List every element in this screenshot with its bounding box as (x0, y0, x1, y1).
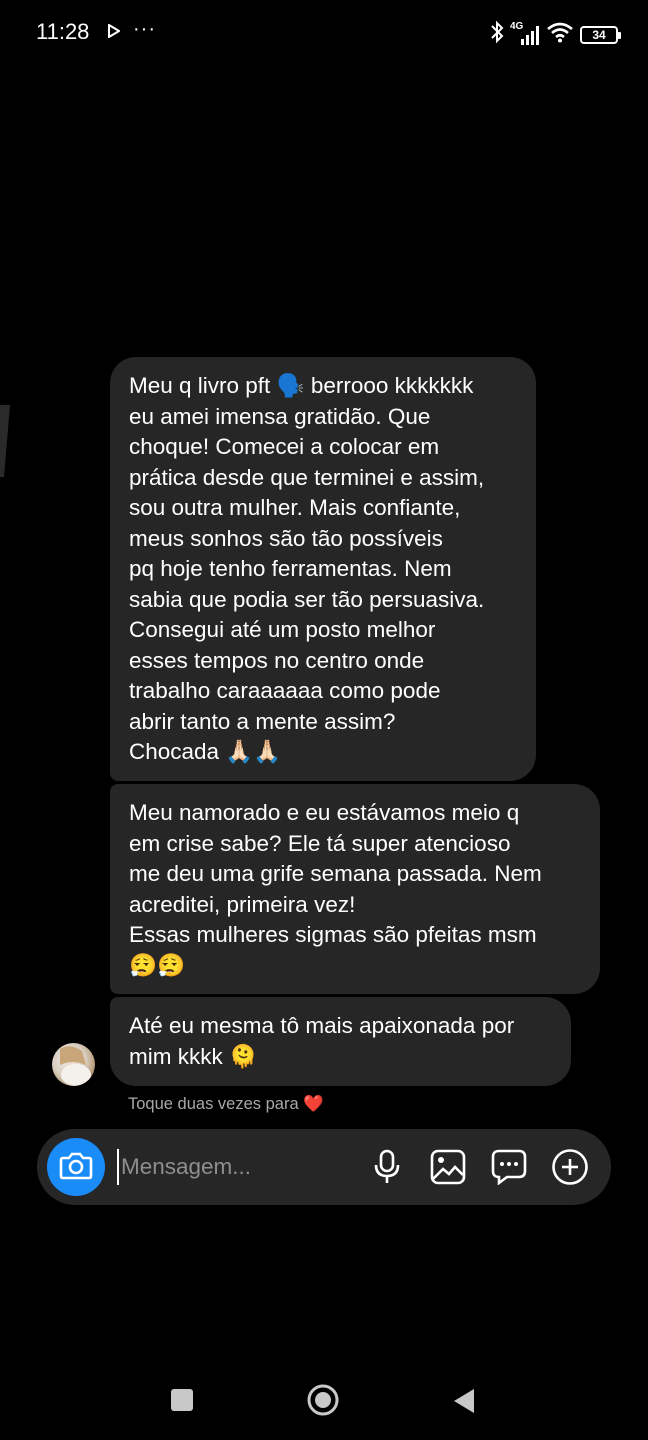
message-bubble[interactable]: Meu q livro pft 🗣️ berrooo kkkkkkk eu am… (110, 357, 536, 781)
system-nav-bar (0, 1360, 648, 1440)
battery-icon: 34 (580, 25, 621, 44)
status-more: ··· (133, 18, 156, 40)
message-bubble[interactable]: Até eu mesma tô mais apaixonada por mim … (110, 997, 571, 1086)
sticker-icon[interactable] (490, 1148, 528, 1186)
nav-home-icon[interactable] (307, 1384, 339, 1416)
nav-recents-icon[interactable] (171, 1389, 193, 1411)
message-composer (37, 1129, 611, 1205)
sender-avatar[interactable] (52, 1043, 95, 1086)
microphone-icon[interactable] (368, 1148, 406, 1186)
status-time: 11:28 (36, 19, 90, 44)
nav-back-icon[interactable] (452, 1387, 476, 1415)
gallery-icon[interactable] (429, 1148, 467, 1186)
status-bar: 11:28 ··· 4G 34 (0, 0, 648, 64)
edge-decoration (0, 405, 10, 477)
message-bubble[interactable]: Meu namorado e eu estávamos meio q em cr… (110, 784, 600, 994)
message-input[interactable] (117, 1149, 361, 1185)
double-tap-hint: Toque duas vezes para ❤️ (128, 1095, 324, 1113)
status-indicators: 4G 34 (490, 20, 621, 49)
camera-icon (59, 1150, 93, 1185)
bluetooth-icon (490, 20, 504, 49)
signal-icon: 4G (510, 21, 540, 47)
play-icon (108, 23, 121, 43)
camera-button[interactable] (47, 1138, 105, 1196)
wifi-icon (546, 21, 574, 48)
plus-icon[interactable] (551, 1148, 589, 1186)
